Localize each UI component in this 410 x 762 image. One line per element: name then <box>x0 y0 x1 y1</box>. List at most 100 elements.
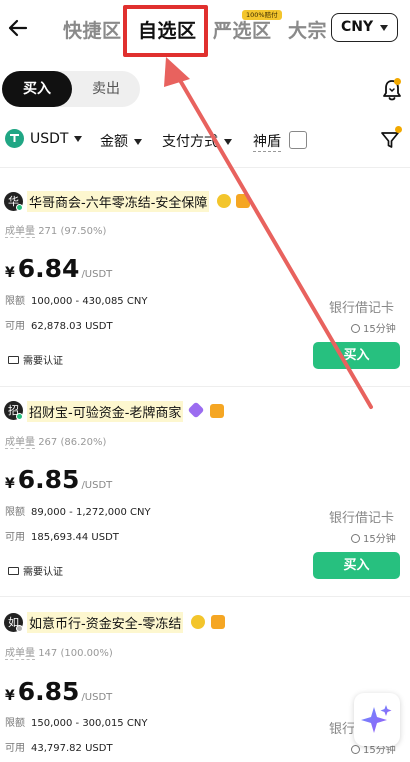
coin-filter[interactable]: USDT <box>30 131 83 147</box>
merchant-name[interactable]: 招财宝-可验资金-老牌商家 <box>27 401 184 422</box>
price: ¥6.85/USDT <box>5 465 112 494</box>
chevron-down-icon <box>74 136 83 142</box>
buy-button[interactable]: 买入 <box>313 552 400 579</box>
order-count-label: 成单量 <box>5 648 35 660</box>
amount-filter-label: 金额 <box>100 134 128 150</box>
tab-strict[interactable]: 严选区 <box>213 16 272 43</box>
order-count: 成单量 147 (100.00%) <box>5 644 113 660</box>
compensation-badge: 100%赔付 <box>242 10 282 20</box>
chevron-down-icon <box>380 25 388 31</box>
back-arrow-icon[interactable] <box>6 16 30 40</box>
available-row: 可用 185,693.44 USDT <box>5 528 119 543</box>
filter-icon[interactable] <box>380 130 400 150</box>
limit-label: 限额 <box>5 296 25 307</box>
limit-row: 限额 89,000 - 1,272,000 CNY <box>5 503 151 518</box>
online-indicator <box>16 204 23 211</box>
payment-time: 15分钟 <box>351 320 396 335</box>
verification-required: 需要认证 <box>8 563 63 578</box>
usdt-icon <box>5 129 24 148</box>
limit-row: 限额 150,000 - 300,015 CNY <box>5 714 147 729</box>
highlight-annotation-box <box>123 5 208 57</box>
available-label: 可用 <box>5 743 25 754</box>
listing-card: 如 如意币行-资金安全-零冻结 成单量 147 (100.00%) ¥6.85/… <box>0 597 410 762</box>
price-value: 6.85 <box>17 677 80 706</box>
filter-notification-dot <box>395 126 402 133</box>
online-indicator <box>16 413 23 420</box>
coin-filter-label: USDT <box>30 131 69 147</box>
payment-time-value: 15分钟 <box>363 534 396 545</box>
payment-time-value: 15分钟 <box>363 324 396 335</box>
online-indicator <box>16 625 23 632</box>
gold-badge-icon <box>191 615 205 629</box>
limit-value: 100,000 - 430,085 CNY <box>31 296 148 307</box>
price-value: 6.84 <box>17 254 80 283</box>
limit-value: 150,000 - 300,015 CNY <box>31 718 148 729</box>
price-unit: /USDT <box>81 692 113 703</box>
price-unit: /USDT <box>81 269 113 280</box>
shield-badge-icon <box>211 615 225 629</box>
payment-filter[interactable]: 支付方式 <box>162 131 232 151</box>
order-count-value: 147 (100.00%) <box>38 648 113 659</box>
merchant-name[interactable]: 华哥商会-六年零冻结-安全保障 <box>27 191 210 212</box>
merchant-name[interactable]: 如意币行-资金安全-零冻结 <box>27 612 184 633</box>
listing-card: 华 华哥商会-六年零冻结-安全保障 成单量 271 (97.50%) ¥6.84… <box>0 168 410 386</box>
currency-symbol: ¥ <box>5 688 15 704</box>
tab-quick[interactable]: 快捷区 <box>63 16 122 43</box>
currency-symbol: ¥ <box>5 476 15 492</box>
order-count-value: 267 (86.20%) <box>38 437 107 448</box>
shield-badge-icon <box>210 404 224 418</box>
available-label: 可用 <box>5 321 25 332</box>
price-value: 6.85 <box>17 465 80 494</box>
buy-button[interactable]: 买入 <box>313 342 400 369</box>
limit-row: 限额 100,000 - 430,085 CNY <box>5 292 147 307</box>
shield-badge-icon <box>236 194 250 208</box>
shield-checkbox[interactable] <box>289 131 307 149</box>
payment-time-value: 15分钟 <box>363 745 396 756</box>
amount-filter[interactable]: 金额 <box>100 131 142 151</box>
chevron-down-icon <box>224 139 232 145</box>
listing-card: 招 招财宝-可验资金-老牌商家 成单量 267 (86.20%) ¥6.85/U… <box>0 387 410 605</box>
assistant-fab[interactable] <box>354 693 400 746</box>
payment-method: 银行 <box>329 722 356 737</box>
payment-filter-label: 支付方式 <box>162 134 218 150</box>
available-row: 可用 62,878.03 USDT <box>5 317 113 332</box>
currency-select[interactable]: CNY <box>331 13 398 42</box>
available-value: 43,797.82 USDT <box>31 743 113 754</box>
clock-icon <box>351 324 360 333</box>
verification-label: 需要认证 <box>23 567 63 578</box>
sell-side-button[interactable]: 卖出 <box>72 71 140 107</box>
limit-label: 限额 <box>5 507 25 518</box>
price: ¥6.84/USDT <box>5 254 112 283</box>
available-value: 62,878.03 USDT <box>31 321 113 332</box>
order-count-label: 成单量 <box>5 437 35 449</box>
diamond-badge-icon <box>187 401 205 419</box>
limit-value: 89,000 - 1,272,000 CNY <box>31 507 151 518</box>
id-card-icon <box>8 567 19 575</box>
available-label: 可用 <box>5 532 25 543</box>
tab-bulk[interactable]: 大宗 <box>288 16 327 43</box>
payment-time: 15分钟 <box>351 530 396 545</box>
payment-method: 银行借记卡 <box>329 301 395 316</box>
price: ¥6.85/USDT <box>5 677 112 706</box>
id-card-icon <box>8 356 19 364</box>
verification-label: 需要认证 <box>23 356 63 367</box>
limit-label: 限额 <box>5 718 25 729</box>
clock-icon <box>351 745 360 754</box>
shield-filter-label: 神盾 <box>253 131 281 152</box>
sparkle-icon <box>361 705 392 733</box>
available-value: 185,693.44 USDT <box>31 532 119 543</box>
order-count: 成单量 271 (97.50%) <box>5 222 107 238</box>
available-row: 可用 43,797.82 USDT <box>5 739 113 754</box>
buy-side-button[interactable]: 买入 <box>2 71 72 107</box>
currency-value: CNY <box>341 19 374 35</box>
filter-bar: USDT 金额 支付方式 神盾 <box>0 126 410 160</box>
chevron-down-icon <box>134 139 142 145</box>
trade-side-toggle: 买入 卖出 <box>2 71 140 107</box>
bell-notification-dot <box>394 78 401 85</box>
verification-required: 需要认证 <box>8 352 63 367</box>
price-unit: /USDT <box>81 480 113 491</box>
order-count: 成单量 267 (86.20%) <box>5 433 107 449</box>
order-count-value: 271 (97.50%) <box>38 226 107 237</box>
clock-icon <box>351 534 360 543</box>
currency-symbol: ¥ <box>5 265 15 281</box>
